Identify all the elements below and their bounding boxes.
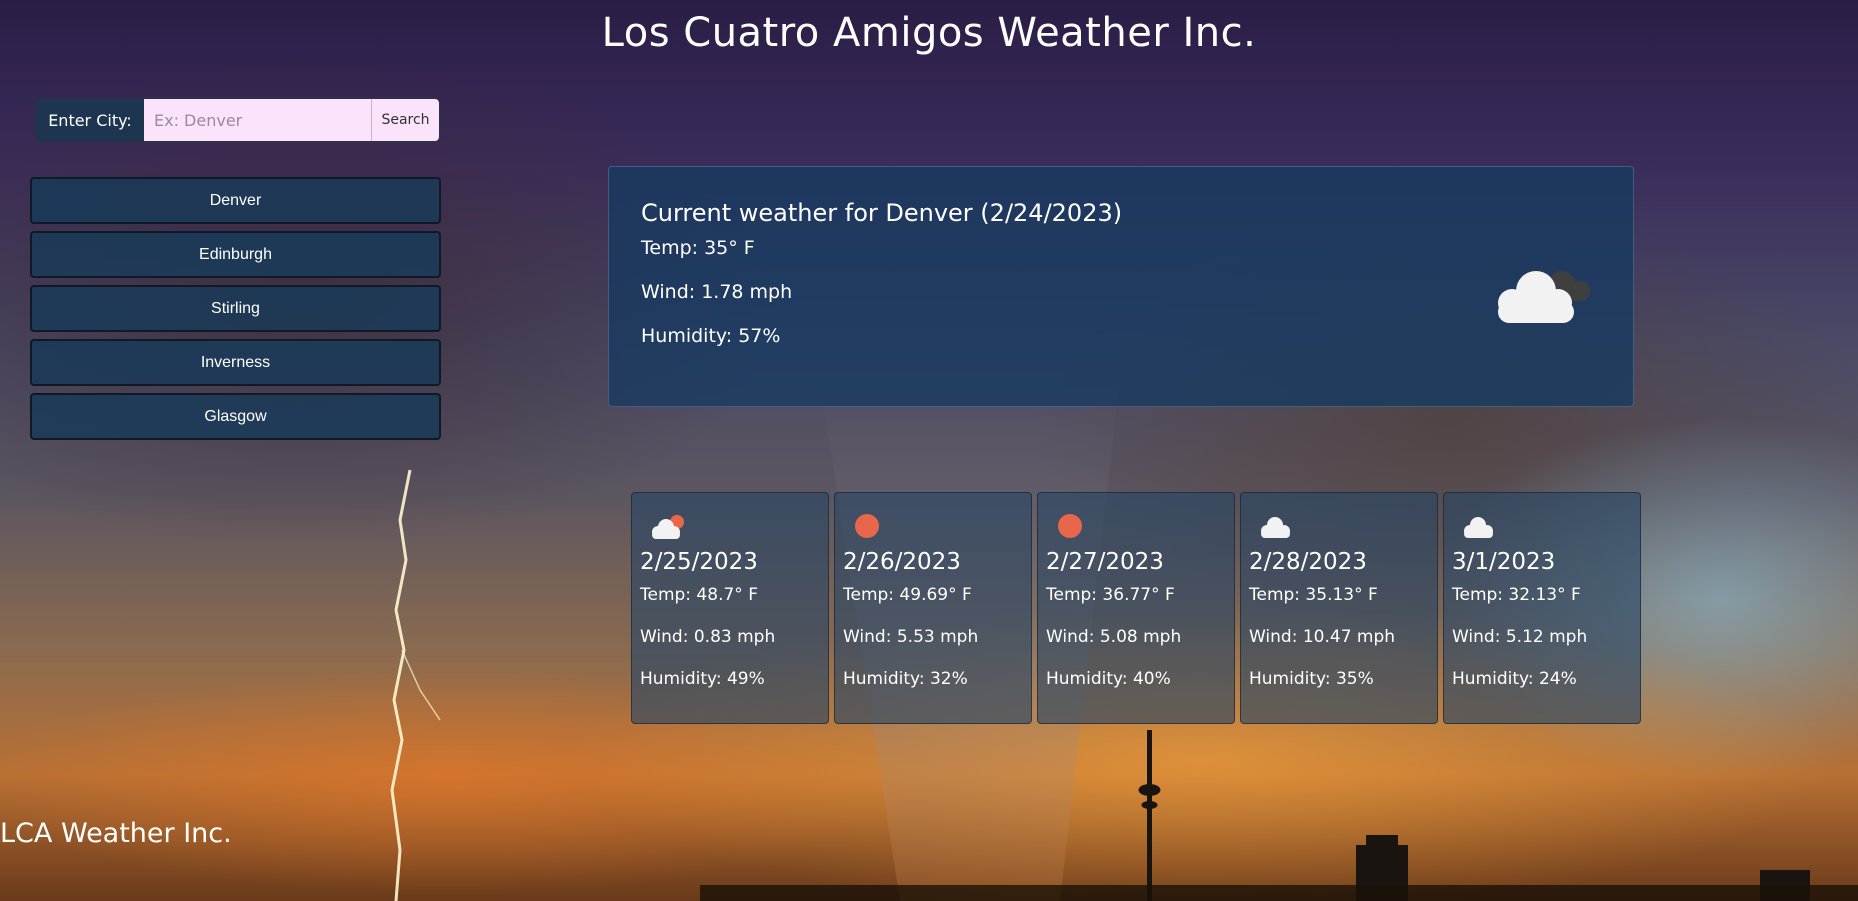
history-city-button[interactable]: Edinburgh	[30, 231, 441, 278]
forecast-date: 2/27/2023	[1046, 549, 1164, 575]
current-weather-panel: Current weather for Denver (2/24/2023) T…	[608, 166, 1634, 407]
forecast-card: 3/1/2023 Temp: 32.13° F Wind: 5.12 mph H…	[1443, 492, 1641, 724]
clear-sun-icon	[855, 514, 879, 538]
forecast-temp: Temp: 35.13° F	[1249, 585, 1378, 605]
forecast-humidity: Humidity: 49%	[640, 669, 765, 689]
forecast-card: 2/26/2023 Temp: 49.69° F Wind: 5.53 mph …	[834, 492, 1032, 724]
forecast-card: 2/27/2023 Temp: 36.77° F Wind: 5.08 mph …	[1037, 492, 1235, 724]
forecast-wind: Wind: 5.12 mph	[1452, 627, 1588, 647]
city-search-input[interactable]	[144, 99, 371, 141]
history-city-button[interactable]: Stirling	[30, 285, 441, 332]
forecast-humidity: Humidity: 35%	[1249, 669, 1374, 689]
clear-sun-icon	[1058, 514, 1082, 538]
forecast-wind: Wind: 10.47 mph	[1249, 627, 1396, 647]
page-title: Los Cuatro Amigos Weather Inc.	[601, 10, 1257, 56]
current-humidity: Humidity: 57%	[641, 325, 781, 347]
search-label: Enter City:	[36, 99, 144, 141]
forecast-temp: Temp: 32.13° F	[1452, 585, 1581, 605]
current-weather-heading: Current weather for Denver (2/24/2023)	[641, 199, 1123, 227]
history-city-button[interactable]: Glasgow	[30, 393, 441, 440]
history-city-button[interactable]: Denver	[30, 177, 441, 224]
cloud-icon	[1261, 517, 1290, 538]
forecast-date: 2/25/2023	[640, 549, 758, 575]
forecast-card: 2/25/2023 Temp: 48.7° F Wind: 0.83 mph H…	[631, 492, 829, 724]
current-temp: Temp: 35° F	[641, 237, 755, 259]
search-button[interactable]: Search	[371, 99, 439, 141]
footer-brand: LCA Weather Inc.	[0, 818, 232, 849]
forecast-wind: Wind: 5.08 mph	[1046, 627, 1182, 647]
city-search-form: Enter City: Search	[35, 98, 440, 142]
forecast-humidity: Humidity: 32%	[843, 669, 968, 689]
forecast-temp: Temp: 36.77° F	[1046, 585, 1175, 605]
forecast-humidity: Humidity: 24%	[1452, 669, 1577, 689]
history-city-button[interactable]: Inverness	[30, 339, 441, 386]
current-wind: Wind: 1.78 mph	[641, 281, 793, 303]
forecast-temp: Temp: 49.69° F	[843, 585, 972, 605]
forecast-wind: Wind: 5.53 mph	[843, 627, 979, 647]
forecast-date: 3/1/2023	[1452, 549, 1556, 575]
forecast-wind: Wind: 0.83 mph	[640, 627, 776, 647]
cloud-icon	[1464, 517, 1493, 538]
search-history-list: Denver Edinburgh Stirling Inverness Glas…	[30, 177, 441, 447]
forecast-humidity: Humidity: 40%	[1046, 669, 1171, 689]
broken-clouds-icon	[1498, 271, 1590, 323]
five-day-forecast: 2/25/2023 Temp: 48.7° F Wind: 0.83 mph H…	[631, 492, 1641, 724]
partly-cloudy-icon	[652, 515, 684, 539]
forecast-date: 2/28/2023	[1249, 549, 1367, 575]
forecast-date: 2/26/2023	[843, 549, 961, 575]
forecast-card: 2/28/2023 Temp: 35.13° F Wind: 10.47 mph…	[1240, 492, 1438, 724]
forecast-temp: Temp: 48.7° F	[640, 585, 758, 605]
